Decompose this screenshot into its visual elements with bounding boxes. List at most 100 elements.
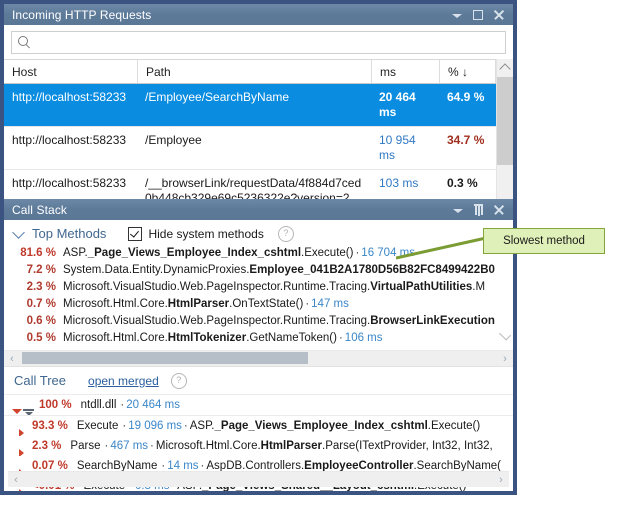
top-methods-list[interactable]: 81.6 % ASP._Page_Views_Employee_Index_cs… [4,247,513,350]
search-box[interactable] [11,31,506,54]
sig-prefix: Microsoft.Html.Core. [63,298,168,310]
list-item[interactable]: 0.5 % Microsoft.Html.Core.HtmlTokenizer.… [4,332,513,349]
table-row[interactable]: http://localhost:58233 /__browserLink/re… [4,170,513,199]
separator-dot: · [122,420,127,432]
cell-host: http://localhost:58233 [12,176,127,190]
call-tree-header: Call Tree open merged ? [4,367,513,394]
cell-ms: 20 464 ms [379,90,416,119]
cell-path: /Employee [145,133,202,147]
sig-prefix: Microsoft.VisualStudio.Web.PageInspector… [63,281,371,293]
sig-suffix: .OnTextState() [229,298,304,310]
sig-suffix: .M [472,281,486,293]
root-percent: 100 % [39,399,72,411]
separator-dot: · [338,332,343,344]
titlebar-buttons [451,9,509,21]
cell-host: http://localhost:58233 [12,90,127,104]
incoming-requests-titlebar: Incoming HTTP Requests [4,4,513,25]
maximize-icon[interactable] [472,9,484,21]
scrollbar-thumb[interactable] [22,352,309,364]
chevron-up-icon [499,63,511,75]
sig-suffix: .Execute() [427,420,481,432]
hscroll-track[interactable] [24,472,493,487]
hscroll-track[interactable] [20,351,497,366]
sig-type: VirtualPathUtilities [370,281,473,293]
requests-grid-header: Host Path ms % ↓ [4,59,513,84]
callout-text: Slowest method [503,235,585,247]
hide-system-methods-label: Hide system methods [148,226,264,241]
requests-grid-scrollbar[interactable] [496,59,513,199]
requests-grid-body: http://localhost:58233 /Employee/SearchB… [4,84,513,199]
method-percent: 0.7 % [26,298,56,310]
sig-prefix: Microsoft.Html.Core. [155,440,261,452]
sig-prefix: System.Data.Entity.DynamicProxies. [63,264,250,276]
cell-pct: 34.7 % [447,133,485,147]
method-percent: 81.6 % [20,247,56,259]
separator-dot: · [183,420,188,432]
column-header-pct[interactable]: % ↓ [439,60,495,83]
close-icon[interactable] [493,9,505,21]
list-item[interactable]: 0.7 % Microsoft.Html.Core.HtmlParser.OnT… [4,298,513,315]
scroll-left-button[interactable]: ‹ [4,353,20,365]
search-input[interactable] [36,33,505,52]
scroll-up-button[interactable] [497,59,513,76]
callout-slowest-method: Slowest method [483,228,605,254]
column-header-path[interactable]: Path [137,60,371,83]
scroll-left-button[interactable]: ‹ [8,474,24,486]
table-row[interactable]: http://localhost:58233 /Employee 10 954 … [4,127,513,170]
row-percent: 2.3 % [32,440,62,452]
call-tree-hscrollbar[interactable]: ‹ › [8,471,509,487]
list-item[interactable]: 2.3 % Microsoft.VisualStudio.Web.PageIns… [4,281,513,298]
help-icon[interactable]: ? [170,372,187,389]
list-item[interactable]: 7.2 % System.Data.Entity.DynamicProxies.… [4,264,513,281]
requests-grid: Host Path ms % ↓ http://localhost:58233 … [4,59,513,199]
column-header-ms[interactable]: ms [371,60,439,83]
top-methods-label[interactable]: Top Methods [32,226,106,241]
help-icon[interactable]: ? [277,225,294,242]
method-ms: 106 ms [344,332,383,344]
method-percent: 7.2 % [26,264,56,276]
scroll-right-button[interactable]: › [493,474,509,486]
method-ms: 147 ms [311,298,349,310]
window-title: Incoming HTTP Requests [12,7,152,22]
chevron-down-icon[interactable] [12,225,25,239]
scrollbar-thumb[interactable] [497,77,513,165]
caret-down-icon[interactable] [451,9,463,21]
open-merged-link[interactable]: open merged [88,374,159,388]
cell-ms: 103 ms [379,176,419,190]
call-tree-row[interactable]: 2.3 % Parse · 467 ms · Microsoft.Html.Co… [4,436,513,456]
row-name: Execute [76,420,119,432]
sig-prefix: Microsoft.Html.Core. [63,332,168,344]
row-signature: ASP._Page_Views_Employee_Index_cshtml.Ex… [190,420,480,432]
column-header-host[interactable]: Host [4,60,137,83]
call-tree-row[interactable]: 93.3 % Execute · 19 096 ms · ASP._Page_V… [4,416,513,436]
root-ms: 20 464 ms [126,399,180,411]
separator-dot: · [305,298,310,310]
call-tree-panel: Call Tree open merged ? 100 % ntdll.dll … [4,366,513,491]
row-ms: 19 096 ms [128,420,182,432]
pin-icon[interactable] [473,203,484,216]
method-percent: 2.3 % [26,281,56,293]
call-tree-root-row[interactable]: 100 % ntdll.dll · 20 464 ms [4,394,513,416]
sig-type: HtmlTokenizer [167,332,247,344]
row-name: Parse [70,440,101,452]
top-methods-vscrollbar[interactable] [498,247,513,350]
table-row[interactable]: http://localhost:58233 /Employee/SearchB… [4,84,513,127]
top-methods-hscrollbar[interactable]: ‹ › [4,350,513,366]
caret-down-icon[interactable] [452,204,464,216]
close-icon[interactable] [493,204,505,216]
call-stack-titlebar: Call Stack [4,199,513,220]
chevron-down-icon[interactable] [498,328,512,341]
row-percent: 93.3 % [32,420,68,432]
sig-prefix: ASP. [63,247,88,259]
list-item[interactable]: 0.6 % Microsoft.VisualStudio.Web.PageIns… [4,315,513,332]
separator-dot: · [150,440,154,452]
scroll-right-button[interactable]: › [497,353,513,365]
hide-system-methods-checkbox[interactable]: Hide system methods [128,226,264,241]
checkbox-box[interactable] [128,226,143,241]
sig-type: HtmlParser [260,440,323,452]
method-signature: Microsoft.VisualStudio.Web.PageInspector… [63,315,495,327]
cell-host: http://localhost:58233 [12,133,127,147]
sig-suffix: .Parse(ITextProvider, Int32, Int32, [322,440,493,452]
call-stack-title: Call Stack [12,202,68,217]
separator-dot: · [104,440,109,452]
